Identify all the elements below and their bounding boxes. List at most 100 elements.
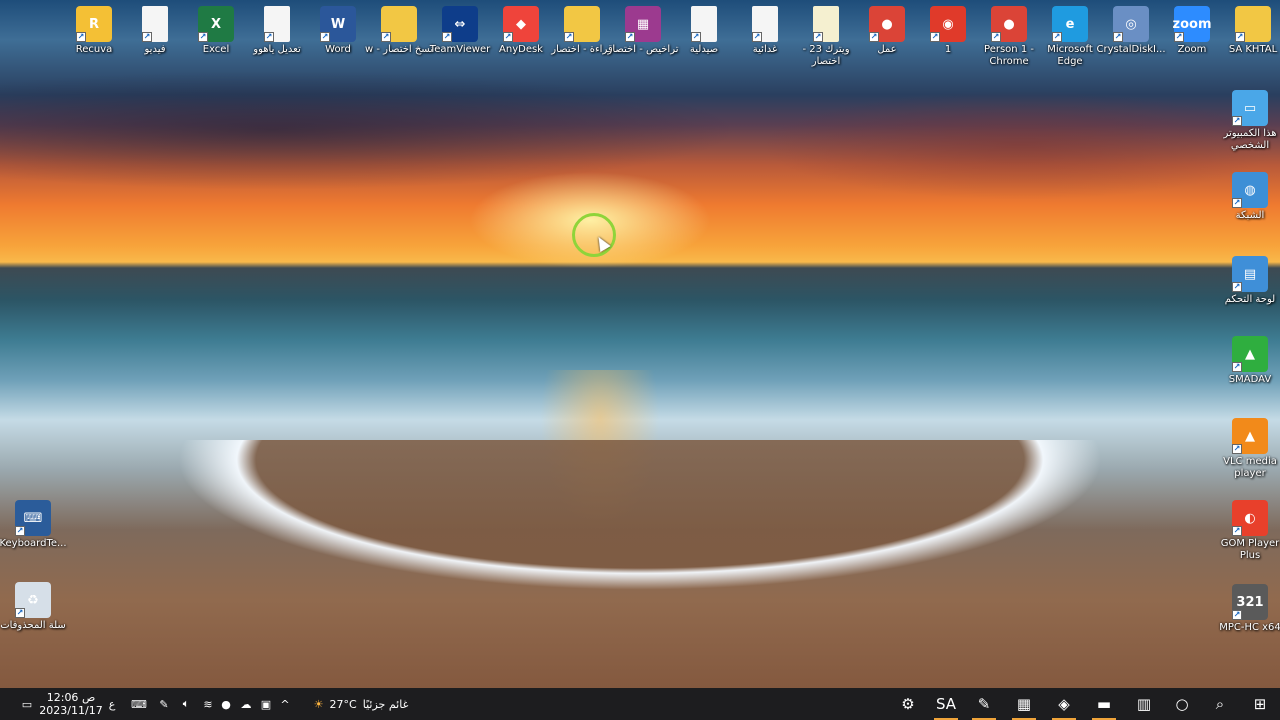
app-icon: R ↗ — [76, 6, 112, 42]
pen-icon[interactable]: ✎ — [154, 688, 174, 720]
search-icon[interactable]: ⌕ — [1204, 688, 1236, 720]
desktop-icon-right-0[interactable]: ▭ ↗ هذا الكمبيوتر الشخصي — [1214, 90, 1280, 152]
shortcut-arrow-icon: ↗ — [15, 526, 25, 536]
shortcut-arrow-icon: ↗ — [691, 32, 701, 42]
app-icon: e ↗ — [1052, 6, 1088, 42]
weather-temp: 27°C — [329, 697, 357, 711]
task-view-icon[interactable]: ▥ — [1128, 688, 1160, 720]
desktop-icon-left-0[interactable]: ⌨ ↗ KeyboardTe... — [0, 500, 69, 550]
speaker-icon[interactable]: 🔈︎ — [176, 688, 196, 720]
cloud-layer-right — [760, 90, 1280, 200]
taskbar: ▭ 12:06 ص 2023/11/17 ع ⌨ ✎ 🔈︎ ≋ ● ☁ ▣ ^ … — [0, 688, 1280, 720]
app-icon: zoom ↗ — [1173, 6, 1212, 42]
shortcut-arrow-icon: ↗ — [1232, 198, 1242, 208]
desktop-icon-right-3[interactable]: ▲ ↗ SMADAV — [1214, 336, 1280, 386]
cursor-highlight-ring — [572, 213, 616, 257]
store-icon[interactable]: ◈ — [1048, 688, 1080, 720]
shortcut-arrow-icon: ↗ — [1235, 32, 1245, 42]
calculator-icon[interactable]: ▦ — [1008, 688, 1040, 720]
app-icon: ↗ — [142, 6, 168, 42]
cortana-icon[interactable]: ○ — [1166, 688, 1198, 720]
app-icon: ↗ — [381, 6, 417, 42]
desktop-icon-right-6[interactable]: 321 ↗ MPC-HC x64 — [1214, 584, 1280, 634]
mic-icon[interactable]: ● — [218, 688, 234, 720]
desktop-wallpaper: R ↗ Recuva ↗ فيديو X ↗ Excel ↗ تعديل ياهوو W ↗ Word ↗… — [0, 0, 1280, 688]
desktop-icon-label: SA KHTAL — [1228, 44, 1278, 55]
shortcut-arrow-icon: ↗ — [1232, 610, 1242, 620]
weather-widget[interactable]: ☀ 27°C غائم جزئيًا — [306, 688, 416, 720]
file-explorer-icon[interactable]: ▬ — [1088, 688, 1120, 720]
weather-icon: ☀ — [313, 697, 324, 711]
shortcut-arrow-icon: ↗ — [1113, 32, 1123, 42]
app-icon: ↗ — [1235, 6, 1271, 42]
shortcut-arrow-icon: ↗ — [1232, 282, 1242, 292]
desktop-icon-label: GOM Player Plus — [1220, 538, 1280, 561]
clock-time: 12:06 ص — [46, 691, 96, 704]
shortcut-arrow-icon: ↗ — [76, 32, 86, 42]
desktop-icon-right-2[interactable]: ▤ ↗ لوحة التحكم — [1214, 256, 1280, 306]
keyboard-icon[interactable]: ⌨ — [128, 688, 150, 720]
shortcut-arrow-icon: ↗ — [564, 32, 574, 42]
app-icon: ◉ ↗ — [930, 6, 966, 42]
desktop-icon-right-4[interactable]: ▲ ↗ VLC media player — [1214, 418, 1280, 480]
language-indicator[interactable]: ع — [104, 688, 120, 720]
chevron-up-icon[interactable]: ^ — [276, 688, 294, 720]
app-icon: ◆ ↗ — [503, 6, 539, 42]
desktop-icon-right-1[interactable]: ◍ ↗ الشبكة — [1214, 172, 1280, 222]
paint-app-icon[interactable]: ✎ — [968, 688, 1000, 720]
shortcut-arrow-icon: ↗ — [752, 32, 762, 42]
desktop-icon-left-1[interactable]: ♻ ↗ سلة المحذوفات — [0, 582, 69, 632]
desktop-icon-label: KeyboardTe... — [0, 538, 67, 549]
cloud-icon[interactable]: ☁ — [236, 688, 256, 720]
wave-foam — [0, 440, 1280, 670]
app-icon: ◍ ↗ — [1232, 172, 1268, 208]
shortcut-arrow-icon: ↗ — [381, 32, 391, 42]
shortcut-arrow-icon: ↗ — [1232, 362, 1242, 372]
app-icon: ↗ — [752, 6, 778, 42]
app-icon: ▲ ↗ — [1232, 418, 1268, 454]
app-icon: ⇔ ↗ — [442, 6, 478, 42]
app-icon: ▤ ↗ — [1232, 256, 1268, 292]
app-icon: ◎ ↗ — [1113, 6, 1149, 42]
desktop-icon-right-5[interactable]: ◐ ↗ GOM Player Plus — [1214, 500, 1280, 562]
app-icon: W ↗ — [320, 6, 356, 42]
cloud-layer — [0, 70, 740, 190]
shortcut-arrow-icon: ↗ — [1232, 116, 1242, 126]
sa-app-icon[interactable]: SA — [930, 688, 962, 720]
clock-date: 2023/11/17 — [39, 704, 103, 717]
settings-icon[interactable]: ⚙ — [892, 688, 924, 720]
shortcut-arrow-icon: ↗ — [625, 32, 635, 42]
shortcut-arrow-icon: ↗ — [991, 32, 1001, 42]
app-icon: ↗ — [813, 6, 839, 42]
weather-text: غائم جزئيًا — [362, 697, 409, 711]
shortcut-arrow-icon: ↗ — [930, 32, 940, 42]
desktop-icon-label: سلة المحذوفات — [0, 620, 66, 631]
shortcut-arrow-icon: ↗ — [1052, 32, 1062, 42]
shortcut-arrow-icon: ↗ — [198, 32, 208, 42]
desktop-icon-label: SMADAV — [1228, 374, 1272, 385]
start-icon[interactable]: ⊞ — [1244, 688, 1276, 720]
shortcut-arrow-icon: ↗ — [1232, 526, 1242, 536]
app-icon: ↗ — [264, 6, 290, 42]
shortcut-arrow-icon: ↗ — [15, 608, 25, 618]
app-icon: ▭ ↗ — [1232, 90, 1268, 126]
app-icon: ▦ ↗ — [625, 6, 661, 42]
shortcut-arrow-icon: ↗ — [503, 32, 513, 42]
battery-icon[interactable]: ▣ — [256, 688, 276, 720]
app-icon: ↗ — [564, 6, 600, 42]
app-icon: ● ↗ — [991, 6, 1027, 42]
app-icon: X ↗ — [198, 6, 234, 42]
notifications-icon[interactable]: ▭ — [14, 688, 40, 720]
clock[interactable]: 12:06 ص 2023/11/17 — [39, 688, 102, 720]
desktop-icon-label: MPC-HC x64 — [1219, 622, 1280, 633]
desktop-icon-top-19[interactable]: ↗ SA KHTAL — [1217, 6, 1280, 56]
shortcut-arrow-icon: ↗ — [442, 32, 452, 42]
app-icon: ⌨ ↗ — [15, 500, 51, 536]
shortcut-arrow-icon: ↗ — [264, 32, 274, 42]
shortcut-arrow-icon: ↗ — [142, 32, 152, 42]
wifi-icon[interactable]: ≋ — [198, 688, 218, 720]
app-icon: ↗ — [691, 6, 717, 42]
app-icon: ◐ ↗ — [1232, 500, 1268, 536]
app-icon: ● ↗ — [869, 6, 905, 42]
app-icon: ▲ ↗ — [1232, 336, 1268, 372]
